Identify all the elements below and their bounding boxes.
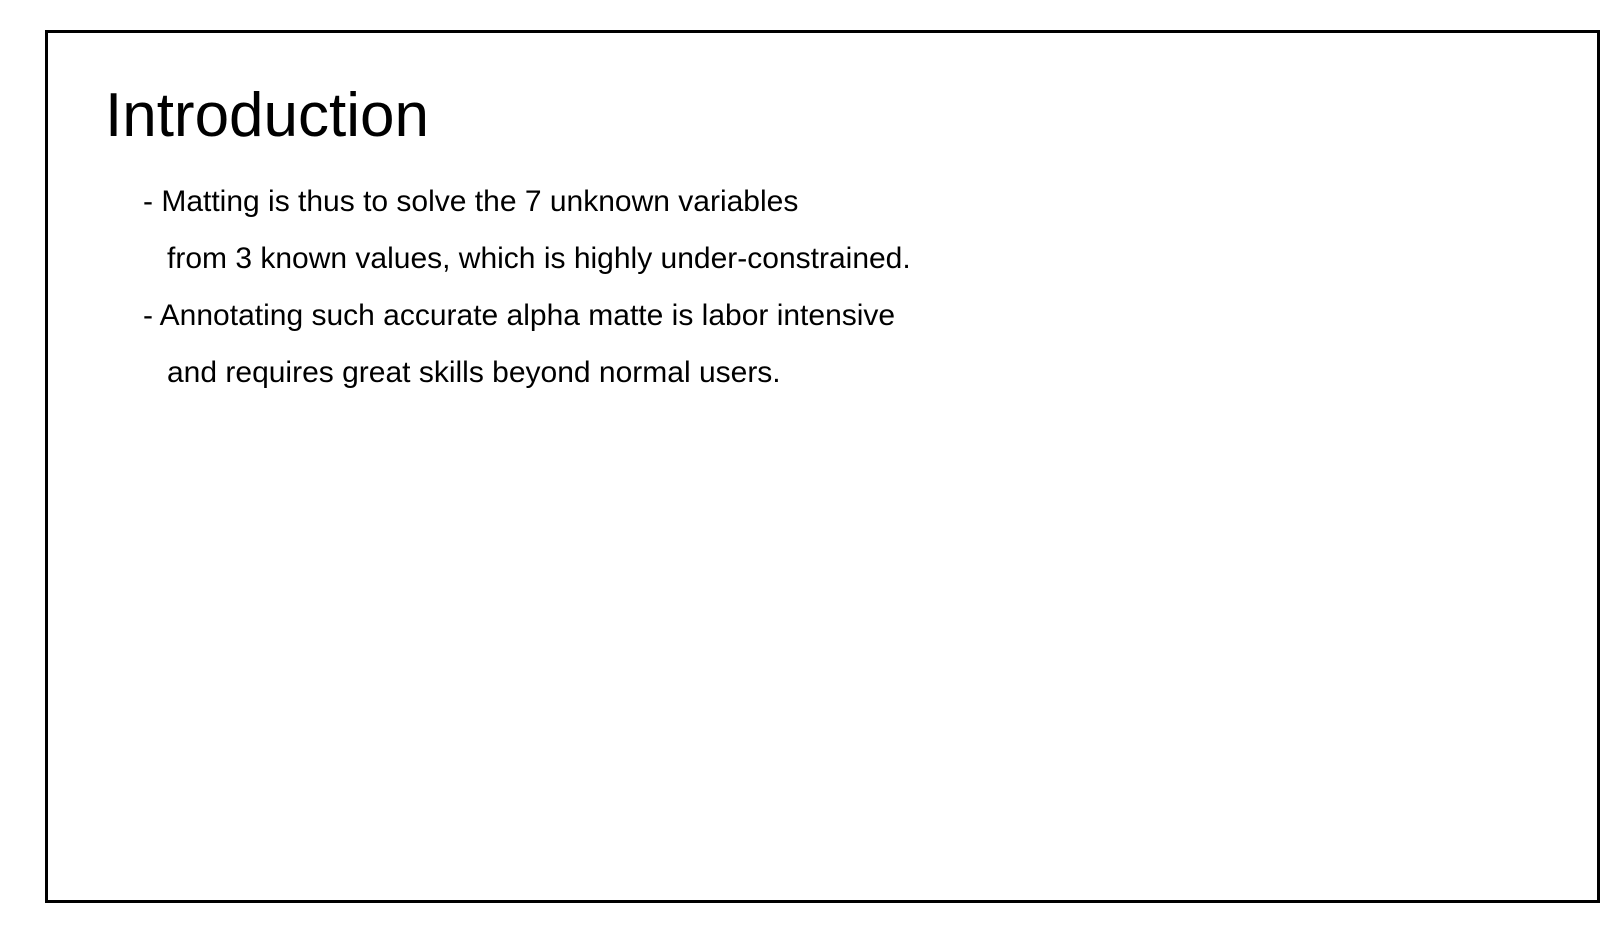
bullet-line-2: - Annotating such accurate alpha matte i… (143, 299, 896, 332)
slide-frame: Introduction - Matting is thus to solve … (45, 30, 1600, 903)
bullet-line-1: - Matting is thus to solve the 7 unknown… (143, 185, 799, 218)
bullet-line-1-continuation: from 3 known values, which is highly und… (167, 242, 911, 275)
slide-body: - Matting is thus to solve the 7 unknown… (143, 173, 911, 401)
slide-title: Introduction (105, 81, 429, 150)
bullet-line-2-continuation: and requires great skills beyond normal … (167, 356, 781, 389)
